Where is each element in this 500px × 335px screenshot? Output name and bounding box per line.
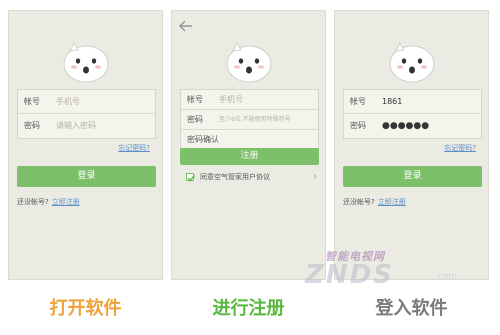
login-form: 帐号 1861 密码 ●●●●●● bbox=[343, 89, 482, 139]
password-label: 密码 bbox=[187, 115, 203, 124]
screen-login: 帐号 1861 密码 ●●●●●● 忘记密码? 登录 还没帐号? 立即注册 bbox=[334, 10, 489, 280]
watermark-suffix: .com bbox=[435, 272, 458, 282]
confirm-password-row[interactable]: 密码确认 bbox=[181, 130, 318, 150]
confirm-password-label: 密码确认 bbox=[187, 135, 219, 144]
mascot-icon bbox=[226, 41, 271, 83]
account-label: 帐号 bbox=[24, 97, 40, 106]
no-account-text: 还没帐号? bbox=[17, 198, 49, 206]
no-account-text: 还没帐号? bbox=[343, 198, 375, 206]
screen-open-app: 帐号 手机号 密码 请输入密码 忘记密码? 登录 还没帐号? 立即注册 bbox=[8, 10, 163, 280]
login-form: 帐号 手机号 密码 请输入密码 bbox=[17, 89, 156, 139]
caption-open-app: 打开软件 bbox=[49, 298, 122, 319]
caption-register: 进行注册 bbox=[212, 298, 285, 319]
agree-checkbox[interactable] bbox=[186, 173, 196, 182]
account-row[interactable]: 帐号 手机号 bbox=[18, 90, 155, 114]
account-label: 帐号 bbox=[350, 97, 366, 106]
caption-login: 登入软件 bbox=[375, 298, 448, 319]
mascot-icon bbox=[389, 41, 434, 83]
back-arrow-icon[interactable] bbox=[178, 19, 194, 33]
account-input[interactable]: 1861 bbox=[382, 90, 477, 113]
agreement-row[interactable]: 同意空气管家用户协议 › bbox=[186, 171, 317, 183]
password-row[interactable]: 密码 ●●●●●● bbox=[344, 114, 481, 138]
account-input[interactable]: 手机号 bbox=[56, 90, 151, 113]
password-row[interactable]: 密码 请输入密码 bbox=[18, 114, 155, 138]
register-prompt: 还没帐号? 立即注册 bbox=[343, 197, 406, 207]
password-input[interactable]: ●●●●●● bbox=[382, 114, 477, 138]
register-link[interactable]: 立即注册 bbox=[52, 198, 80, 206]
register-button[interactable]: 注册 bbox=[180, 148, 319, 165]
screen-register: 帐号 手机号 密码 至少6位,不能使用特殊符号 密码确认 注册 同意空气管家用户… bbox=[171, 10, 326, 280]
znds-watermark: 智能电视网 ZNDS .com bbox=[285, 248, 485, 298]
account-label: 帐号 bbox=[187, 95, 203, 104]
password-row[interactable]: 密码 至少6位,不能使用特殊符号 bbox=[181, 110, 318, 130]
forgot-password-link[interactable]: 忘记密码? bbox=[118, 143, 150, 153]
password-label: 密码 bbox=[350, 121, 366, 130]
register-link[interactable]: 立即注册 bbox=[378, 198, 406, 206]
register-prompt: 还没帐号? 立即注册 bbox=[17, 197, 80, 207]
account-input[interactable]: 手机号 bbox=[219, 90, 314, 109]
chevron-right-icon[interactable]: › bbox=[313, 171, 317, 183]
password-input[interactable]: 请输入密码 bbox=[56, 114, 151, 138]
forgot-password-link[interactable]: 忘记密码? bbox=[444, 143, 476, 153]
account-row[interactable]: 帐号 1861 bbox=[344, 90, 481, 114]
watermark-logo: ZNDS bbox=[305, 260, 394, 290]
agree-text: 同意空气管家用户协议 bbox=[200, 173, 270, 181]
check-icon bbox=[187, 175, 196, 182]
mascot-icon bbox=[63, 41, 108, 83]
password-label: 密码 bbox=[24, 121, 40, 130]
login-button[interactable]: 登录 bbox=[17, 166, 156, 187]
password-input[interactable]: 至少6位,不能使用特殊符号 bbox=[219, 110, 314, 129]
account-row[interactable]: 帐号 手机号 bbox=[181, 90, 318, 110]
register-form: 帐号 手机号 密码 至少6位,不能使用特殊符号 密码确认 bbox=[180, 89, 319, 149]
login-button[interactable]: 登录 bbox=[343, 166, 482, 187]
